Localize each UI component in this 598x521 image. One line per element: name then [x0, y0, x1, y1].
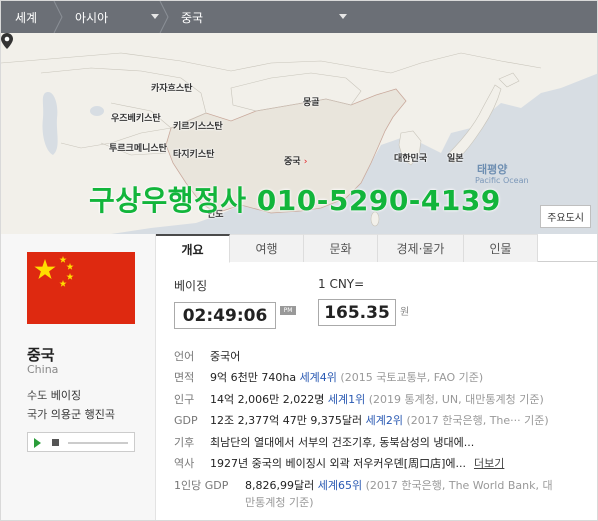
play-icon[interactable]: [34, 438, 41, 448]
fact-source: (2017 한국은행, The World Bank, 대: [365, 478, 553, 492]
map-selected-country[interactable]: 중국 ›: [284, 154, 307, 167]
exchange-rate-box: 1 CNY= 165.35: [318, 277, 396, 326]
tab-culture[interactable]: 문화: [304, 234, 378, 262]
breadcrumb-region[interactable]: 아시아: [61, 1, 169, 33]
tab-overview[interactable]: 개요: [156, 234, 230, 263]
country-info-widget: 세계 아시아 중국 카자흐스탄 몽골 우즈베키스탄 키르기스스탄 투르크메니스탄…: [0, 0, 598, 521]
map-label-tajikistan: 타지키스탄: [173, 150, 215, 160]
currency-value: 165.35: [318, 299, 396, 326]
country-summary-panel: 중국 China 수도 베이징 국가 의용군 행진곡: [1, 234, 156, 520]
chevron-down-icon: [339, 14, 347, 19]
breadcrumb-world-label: 세계: [15, 10, 38, 25]
fact-value: 최남단의 열대에서 서부의 건조기후, 동북삼성의 냉대에...: [210, 435, 475, 449]
fact-value: 14억 2,006만 2,022명: [210, 392, 325, 406]
breadcrumb-world[interactable]: 세계: [1, 1, 63, 33]
stop-icon[interactable]: [52, 439, 59, 446]
country-facts: 언어 중국어 면적 9억 6천만 740ha 세계4위 (2015 국토교통부,…: [174, 345, 594, 510]
fact-label: 면적: [174, 371, 195, 385]
fact-rank: 세계4위: [299, 371, 337, 385]
chevron-right-icon: ›: [303, 157, 308, 167]
fact-label: 인구: [174, 392, 195, 406]
clock-ampm-badge: PM: [280, 306, 296, 315]
map-label-korea: 대한민국: [394, 154, 428, 164]
breadcrumb-region-label: 아시아: [75, 10, 109, 25]
map-label-kyrgyzstan: 키르기스스탄: [173, 122, 223, 132]
map-label-kazakhstan: 카자흐스탄: [151, 84, 193, 94]
fact-climate: 기후 최남단의 열대에서 서부의 건조기후, 동북삼성의 냉대에...: [174, 431, 594, 453]
map-label-japan: 일본: [447, 154, 464, 164]
tab-economy[interactable]: 경제·물가: [378, 234, 464, 262]
fact-source: (2015 국토교통부, FAO 기준): [340, 371, 484, 385]
currency-unit: 원: [400, 307, 410, 318]
fact-area: 면적 9억 6천만 740ha 세계4위 (2015 국토교통부, FAO 기준…: [174, 367, 594, 389]
breadcrumb-country-label: 중국: [181, 10, 204, 25]
clock-time: 02:49:06: [174, 302, 276, 329]
fact-value: 8,826,99달러: [245, 478, 315, 492]
country-name: 중국: [27, 346, 55, 364]
tab-people[interactable]: 인물: [464, 234, 538, 262]
anthem-row: 국가 의용군 행진곡: [27, 406, 115, 422]
anthem-value: 의용군 행진곡: [50, 408, 115, 421]
fact-rank: 세계2위: [365, 414, 403, 428]
capital-row: 수도 베이징: [27, 387, 81, 403]
fact-population: 인구 14억 2,006만 2,022명 세계1위 (2019 통계청, UN,…: [174, 388, 594, 410]
fact-source-continued: 만통계청 기준): [245, 495, 314, 509]
capital-label: 수도: [27, 389, 48, 402]
fact-value: 12조 2,377억 47만 9,375달러: [210, 414, 363, 428]
fact-history: 역사 1927년 중국의 베이징시 외곽 저우커우뎬[周口店]에... 더보기: [174, 453, 594, 475]
breadcrumb-country[interactable]: 중국: [167, 1, 347, 33]
fact-rank: 세계65위: [317, 478, 363, 492]
major-cities-button[interactable]: 주요도시: [540, 205, 591, 228]
fact-label: 기후: [174, 435, 195, 449]
fact-label: 역사: [174, 457, 195, 471]
fact-value: 1927년 중국의 베이징시 외곽 저우커우뎬[周口店]에...: [210, 457, 466, 471]
anthem-player: [27, 432, 135, 452]
china-flag-image: [27, 252, 135, 324]
fact-source: (2017 한국은행, The··· 기준): [406, 414, 549, 428]
anthem-label: 국가: [27, 408, 48, 421]
fact-value: 중국어: [210, 349, 241, 363]
map-label-pacific: 태평양: [477, 163, 508, 176]
fact-source: (2019 통계청, UN, 대만통계청 기준): [368, 392, 544, 406]
map-selected-country-label: 중국: [284, 157, 301, 167]
more-link[interactable]: 더보기: [474, 455, 504, 471]
map-label-turkmenistan: 투르크메니스탄: [109, 144, 167, 154]
country-name-en: China: [27, 363, 59, 376]
fact-gdp-per-capita: 1인당 GDP 8,826,99달러 세계65위 (2017 한국은행, The…: [174, 474, 594, 496]
audio-progress-bar[interactable]: [68, 442, 128, 444]
fact-label: 언어: [174, 349, 195, 363]
watermark-text: 구상우행정사 010-5290-4139: [89, 184, 501, 217]
map-label-mongolia: 몽골: [303, 98, 320, 108]
clock-city: 베이징: [174, 279, 208, 293]
fact-rank: 세계1위: [327, 392, 366, 406]
fact-value: 9억 6천만 740ha: [210, 371, 297, 385]
fact-label: GDP: [174, 413, 198, 427]
map-label-uzbekistan: 우즈베키스탄: [111, 114, 161, 124]
fact-language: 언어 중국어: [174, 345, 594, 367]
fact-gdp: GDP 12조 2,377억 47만 9,375달러 세계2위 (2017 한국…: [174, 410, 594, 432]
chevron-down-icon: [151, 14, 159, 19]
local-time-box: 베이징 02:49:06: [174, 277, 276, 329]
fact-label: 1인당 GDP: [174, 478, 229, 492]
currency-label: 1 CNY=: [318, 277, 365, 291]
map-pin-icon[interactable]: [1, 33, 13, 49]
tab-travel[interactable]: 여행: [230, 234, 304, 262]
capital-value: 베이징: [50, 389, 82, 402]
breadcrumb: 세계 아시아 중국: [1, 1, 597, 33]
info-tabs: 개요 여행 문화 경제·물가 인물: [156, 234, 597, 263]
region-map[interactable]: 카자흐스탄 몽골 우즈베키스탄 키르기스스탄 투르크메니스탄 타지키스탄 대한민…: [1, 33, 597, 234]
